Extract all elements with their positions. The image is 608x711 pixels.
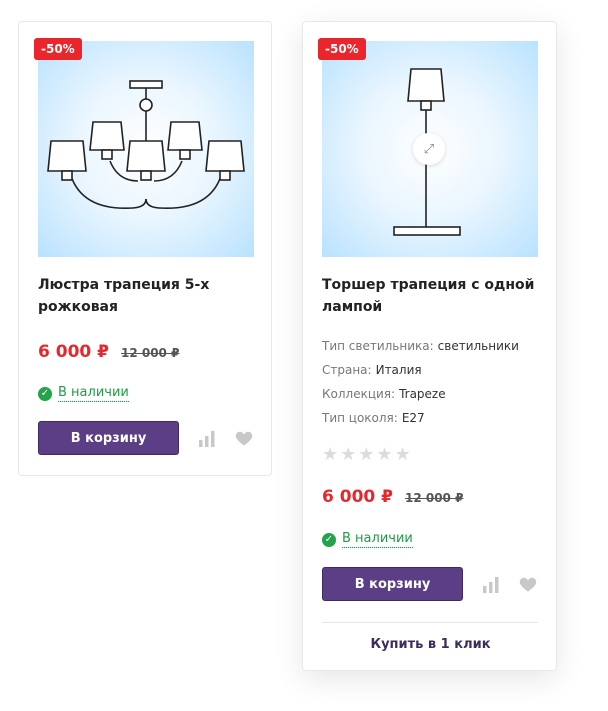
stock-status: ✓ В наличии <box>322 531 413 548</box>
property-row: Страна: Италия <box>322 363 422 377</box>
product-properties: Тип светильника: светильники Страна: Итали… <box>322 334 542 430</box>
chandelier-illustration <box>47 80 245 210</box>
star-icon: ★ <box>358 444 375 465</box>
stock-text[interactable]: В наличии <box>342 531 413 548</box>
old-price: 12 000 ₽ <box>120 346 180 360</box>
add-to-cart-button[interactable]: В корзину <box>322 567 463 601</box>
property-row: Тип цоколя: E27 <box>322 411 425 425</box>
old-price: 12 000 ₽ <box>404 491 464 505</box>
star-icon: ★ <box>376 444 393 465</box>
check-circle-icon: ✓ <box>322 532 336 547</box>
discount-badge: -50% <box>318 38 366 60</box>
stock-text[interactable]: В наличии <box>58 385 129 402</box>
product-title[interactable]: Люстра трапеция 5-х рожковая <box>38 274 253 318</box>
product-card-floor-lamp[interactable]: -50% ⤢ Торшер трапеция с одной лампой Ти… <box>302 21 557 671</box>
bar-chart-icon[interactable] <box>197 428 219 450</box>
product-card-chandelier[interactable]: -50% Люстра трапеция 5-х рожковая 6 000 … <box>18 21 272 476</box>
current-price: 6 000 ₽ <box>322 487 393 507</box>
buy-one-click-button[interactable]: Купить в 1 клик <box>303 637 558 652</box>
current-price: 6 000 ₽ <box>38 342 109 362</box>
star-icon: ★ <box>340 444 357 465</box>
divider <box>322 622 538 623</box>
check-circle-icon: ✓ <box>38 386 52 401</box>
property-row: Тип светильника: светильники <box>322 339 519 353</box>
heart-icon[interactable] <box>234 428 256 450</box>
product-image-floor-lamp[interactable]: ⤢ <box>322 41 538 257</box>
stock-status: ✓ В наличии <box>38 385 129 402</box>
product-image-chandelier[interactable] <box>38 41 254 257</box>
star-icon: ★ <box>394 444 411 465</box>
discount-badge: -50% <box>34 38 82 60</box>
price-block: 6 000 ₽ 12 000 ₽ <box>322 487 463 507</box>
add-to-cart-button[interactable]: В корзину <box>38 421 179 455</box>
star-icon: ★ <box>322 444 339 465</box>
heart-icon[interactable] <box>518 574 540 596</box>
bar-chart-icon[interactable] <box>481 574 503 596</box>
rating-stars[interactable]: ★ ★ ★ ★ ★ <box>322 446 411 464</box>
price-block: 6 000 ₽ 12 000 ₽ <box>38 342 179 362</box>
product-title[interactable]: Торшер трапеция с одной лампой <box>322 274 537 318</box>
expand-arrows-icon[interactable]: ⤢ <box>413 133 445 165</box>
property-row: Коллекция: Trapeze <box>322 387 446 401</box>
